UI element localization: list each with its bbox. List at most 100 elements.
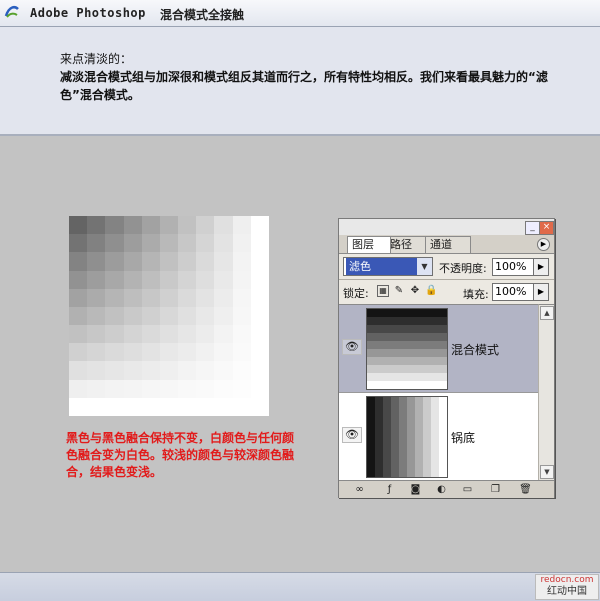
grid-cell [141,216,160,235]
grid-cell [214,325,233,344]
thumb-band [367,317,447,326]
grid-cell [141,397,160,416]
layers-scrollbar[interactable]: ▲ ▼ [538,304,554,480]
layer-style-icon[interactable]: ƒ [383,483,396,496]
grid-cell [141,343,160,362]
grid-cell [141,361,160,380]
adjustment-icon[interactable]: ◐ [435,483,448,496]
footer-bar [0,572,600,601]
grid-cell [196,234,215,253]
grid-cell [196,343,215,362]
grid-cell [214,216,233,235]
grid-cell [105,288,124,307]
tab-channels[interactable]: 通道 [425,236,471,253]
grid-cell [196,288,215,307]
grid-cell [159,306,179,326]
grid-cell [232,379,251,398]
grid-cell [250,252,269,271]
thumb-band [407,397,416,477]
eye-icon[interactable]: 👁 [342,427,362,443]
blend-grid-illustration [69,216,269,416]
tab-layers[interactable]: 图层 [347,236,391,253]
app-logo-icon [4,6,19,18]
grid-cell [105,397,124,416]
layer-name: 混合模式 [451,343,500,357]
thumb-band [367,357,447,366]
grid-cell [250,379,269,398]
lock-transparency-icon[interactable]: ▦ [377,285,389,297]
caption-text: 黑色与黑色融合保持不变，白颜色与任何颜色融合变为白色。较浅的颜色与较深颜色融合，… [66,431,295,479]
link-icon[interactable]: ∞ [353,483,366,496]
folder-icon[interactable]: ▭ [461,483,474,496]
grid-cell [87,379,106,398]
fill-arrow-icon[interactable]: ▶ [533,283,549,301]
opacity-field[interactable]: 100% [492,258,534,276]
trash-icon[interactable]: 🗑 [519,483,532,496]
minimize-button[interactable]: _ [525,221,540,235]
grid-cell [141,306,160,326]
grid-cell [178,252,197,271]
blend-mode-select[interactable]: 滤色 ▼ [343,257,433,276]
watermark-name: 红动中国 [547,586,587,597]
grid-cell [141,379,160,398]
layers-panel: _ × 图层 路径 通道 ▶ 滤色 ▼ 不透明度: 100% ▶ 锁定: ▦ ✎… [338,218,555,498]
lock-brush-icon[interactable]: ✎ [393,285,405,297]
watermark-url: redocn.com [540,575,594,585]
vertical-gradient-thumbnail [367,397,448,477]
eye-icon[interactable]: 👁 [342,339,362,355]
grid-cell [159,361,179,380]
scroll-up-icon[interactable]: ▲ [540,306,554,320]
grid-cell [123,361,142,380]
close-button[interactable]: × [539,221,554,235]
layer-row-base[interactable]: 👁 锅底 [339,393,538,480]
grid-cell [178,234,197,253]
thumb-band [367,373,447,382]
grid-cell [214,306,233,326]
chevron-down-icon[interactable]: ▼ [417,258,432,275]
lock-toolbar: 锁定: ▦ ✎ ✥ 🔒 填充: 100% ▶ [339,279,554,304]
grid-cell [250,325,269,344]
grid-cell [178,343,197,362]
grid-cell [141,325,160,344]
mask-icon[interactable]: ◙ [409,483,422,496]
grid-cell [87,343,106,362]
new-layer-icon[interactable]: ❐ [489,483,502,496]
grid-cell [105,379,124,398]
thumb-band [367,309,447,318]
grid-cell [87,288,106,307]
grid-cell [69,288,88,307]
thumb-band [367,341,447,350]
grid-cell [196,361,215,380]
lock-all-icon[interactable]: 🔒 [425,285,437,297]
grid-cell [214,288,233,307]
grid-cell [196,325,215,344]
title-bar: Adobe Photoshop 混合模式全接触 [0,0,600,27]
grid-cell [232,288,251,307]
grid-cell [69,234,88,253]
grid-cell [178,397,197,416]
grid-cell [250,361,269,380]
grid-cell [69,252,88,271]
lock-move-icon[interactable]: ✥ [409,285,421,297]
grid-cell [196,306,215,326]
grid-cell [196,270,215,289]
grid-cell [232,325,251,344]
grid-cell [69,306,88,326]
thumb-band [367,397,376,477]
grid-cell [105,325,124,344]
panel-menu-icon[interactable]: ▶ [537,238,550,251]
thumb-band [423,397,432,477]
grid-cell [232,252,251,271]
grid-cell [250,343,269,362]
grid-cell [123,288,142,307]
thumb-band [439,397,448,477]
opacity-arrow-icon[interactable]: ▶ [533,258,549,276]
grid-cell [87,252,106,271]
grid-cell [159,379,179,398]
grid-cell [196,397,215,416]
thumb-band [367,333,447,342]
grid-cell [232,343,251,362]
layer-row-blend[interactable]: 👁 混合模式 [339,305,538,393]
scroll-down-icon[interactable]: ▼ [540,465,554,479]
fill-field[interactable]: 100% [492,283,534,301]
